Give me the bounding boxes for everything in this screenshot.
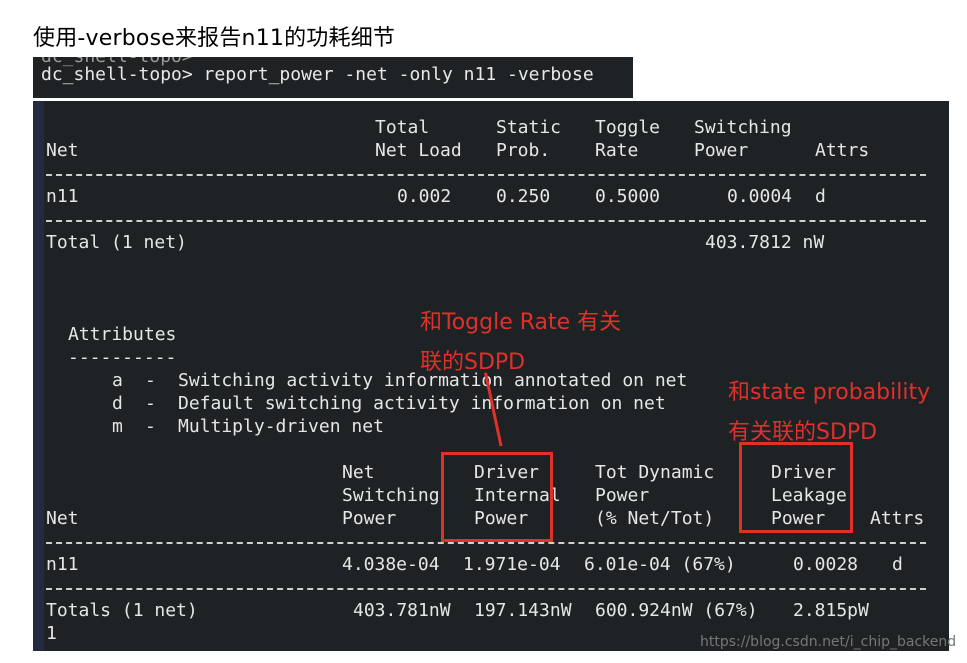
- return-value: 1: [46, 623, 57, 644]
- header2-attrs: Attrs: [870, 508, 925, 529]
- row-total-net-load: 0.002: [397, 186, 452, 207]
- attribute-sep: -: [145, 393, 156, 414]
- header2-net-switching-2: Switching: [342, 485, 440, 506]
- header-toggle-rate-1: Toggle: [595, 117, 661, 138]
- table2-separator-bottom: [46, 588, 926, 590]
- driver-internal-highlight-box: [441, 452, 553, 542]
- row-static-prob: 0.250: [496, 186, 551, 207]
- header-total-net-load-2: Net Load: [375, 140, 462, 161]
- header-switching-power-1: Switching: [694, 117, 792, 138]
- totals-label: Totals (1 net): [46, 600, 198, 621]
- totals-net-switching: 403.781nW: [353, 600, 451, 621]
- attribute-desc: Default switching activity information o…: [178, 393, 666, 414]
- header2-tot-dynamic-3: (% Net/Tot): [595, 508, 715, 529]
- totals-tot-dynamic: 600.924nW (67%): [595, 600, 758, 621]
- row-switching-power: 0.0004: [727, 186, 793, 207]
- header-static-prob-1: Static: [496, 117, 562, 138]
- header2-net-switching-1: Net: [342, 462, 375, 483]
- header-switching-power-2: Power: [694, 140, 749, 161]
- header-static-prob-2: Prob.: [496, 140, 551, 161]
- row2-driver-leakage: 0.0028: [793, 554, 859, 575]
- table1-separator-bottom: [46, 220, 926, 222]
- row2-tot-dynamic: 6.01e-04 (67%): [584, 554, 736, 575]
- attribute-desc: Multiply-driven net: [178, 416, 384, 437]
- table2-separator-top: [46, 542, 926, 544]
- attributes-underline: ----------: [68, 347, 177, 368]
- driver-leakage-highlight-box: [739, 442, 853, 533]
- header-attrs: Attrs: [815, 140, 870, 161]
- total-value: 403.7812 nW: [705, 232, 825, 253]
- totals-driver-leakage: 2.815pW: [793, 600, 869, 621]
- state-prob-annotation-line1: 和state probability: [728, 380, 931, 405]
- toggle-rate-annotation-line2: 联的SDPD: [420, 350, 526, 375]
- attributes-title: Attributes: [68, 324, 177, 345]
- row-toggle-rate: 0.5000: [595, 186, 661, 207]
- totals-driver-internal: 197.143nW: [474, 600, 572, 621]
- row-net: n11: [46, 186, 79, 207]
- command-line: dc_shell-topo> report_power -net -only n…: [41, 64, 594, 85]
- total-label: Total (1 net): [46, 232, 187, 253]
- header2-net: Net: [46, 508, 79, 529]
- attribute-key: d: [112, 393, 123, 414]
- page-heading: 使用-verbose来报告n11的功耗细节: [33, 26, 396, 51]
- header2-tot-dynamic-2: Power: [595, 485, 650, 506]
- header2-tot-dynamic-1: Tot Dynamic: [595, 462, 715, 483]
- header-toggle-rate-2: Rate: [595, 140, 639, 161]
- row2-net-switching: 4.038e-04: [342, 554, 440, 575]
- attribute-key: a: [112, 370, 123, 391]
- attribute-sep: -: [145, 370, 156, 391]
- table1-separator-top: [46, 174, 926, 176]
- row2-net: n11: [46, 554, 79, 575]
- toggle-rate-annotation-line1: 和Toggle Rate 有关: [420, 310, 622, 335]
- command-terminal[interactable]: dc_shell-topo> dc_shell-topo> report_pow…: [33, 57, 633, 98]
- header2-net-switching-3: Power: [342, 508, 397, 529]
- row-attrs: d: [815, 186, 826, 207]
- attribute-sep: -: [145, 416, 156, 437]
- header-net: Net: [46, 140, 79, 161]
- row2-attrs: d: [892, 554, 903, 575]
- row2-driver-internal: 1.971e-04: [463, 554, 561, 575]
- attribute-key: m: [112, 416, 123, 437]
- header-total-net-load-1: Total: [375, 117, 430, 138]
- watermark: https://blog.csdn.net/i_chip_backend: [700, 634, 957, 650]
